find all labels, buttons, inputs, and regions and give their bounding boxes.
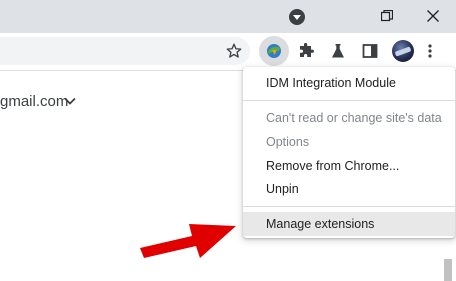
restore-icon bbox=[381, 10, 393, 22]
menu-item-extension-name[interactable]: IDM Integration Module bbox=[243, 71, 455, 95]
close-button[interactable] bbox=[410, 2, 456, 30]
more-menu-icon[interactable] bbox=[428, 44, 432, 58]
flask-labs-icon bbox=[332, 44, 344, 58]
puzzle-extensions-icon bbox=[300, 43, 314, 57]
red-arrow-annotation bbox=[140, 224, 236, 258]
title-bar bbox=[0, 0, 456, 33]
profile-dropdown-icon[interactable] bbox=[289, 9, 305, 25]
browser-toolbar bbox=[0, 33, 456, 71]
menu-item-options: Options bbox=[266, 135, 310, 149]
menu-separator bbox=[243, 100, 455, 101]
account-selector[interactable]: gmail.com bbox=[0, 93, 76, 110]
idm-extension-icon bbox=[267, 44, 281, 58]
menu-item-site-access: Can't read or change site's data bbox=[266, 111, 442, 125]
side-panel-icon bbox=[362, 44, 378, 58]
idm-extension-button[interactable] bbox=[259, 36, 289, 66]
menu-item-remove[interactable]: Remove from Chrome... bbox=[243, 154, 455, 178]
restore-button[interactable] bbox=[364, 2, 410, 30]
address-bar[interactable] bbox=[0, 37, 250, 65]
account-email-text: gmail.com bbox=[0, 93, 69, 110]
profile-avatar[interactable] bbox=[392, 40, 414, 62]
menu-item-manage-extensions[interactable]: Manage extensions bbox=[243, 212, 455, 236]
page-scrollbar[interactable] bbox=[444, 259, 452, 281]
side-panel-button[interactable] bbox=[357, 38, 383, 64]
chevron-down-icon bbox=[64, 97, 76, 105]
extension-context-menu: IDM Integration Module Can't read or cha… bbox=[243, 67, 455, 238]
menu-item-unpin[interactable]: Unpin bbox=[243, 177, 455, 201]
bookmark-star-icon[interactable] bbox=[225, 42, 243, 60]
menu-separator bbox=[243, 206, 455, 207]
close-icon bbox=[427, 10, 439, 22]
labs-button[interactable] bbox=[325, 38, 351, 64]
extensions-button[interactable] bbox=[293, 38, 319, 64]
